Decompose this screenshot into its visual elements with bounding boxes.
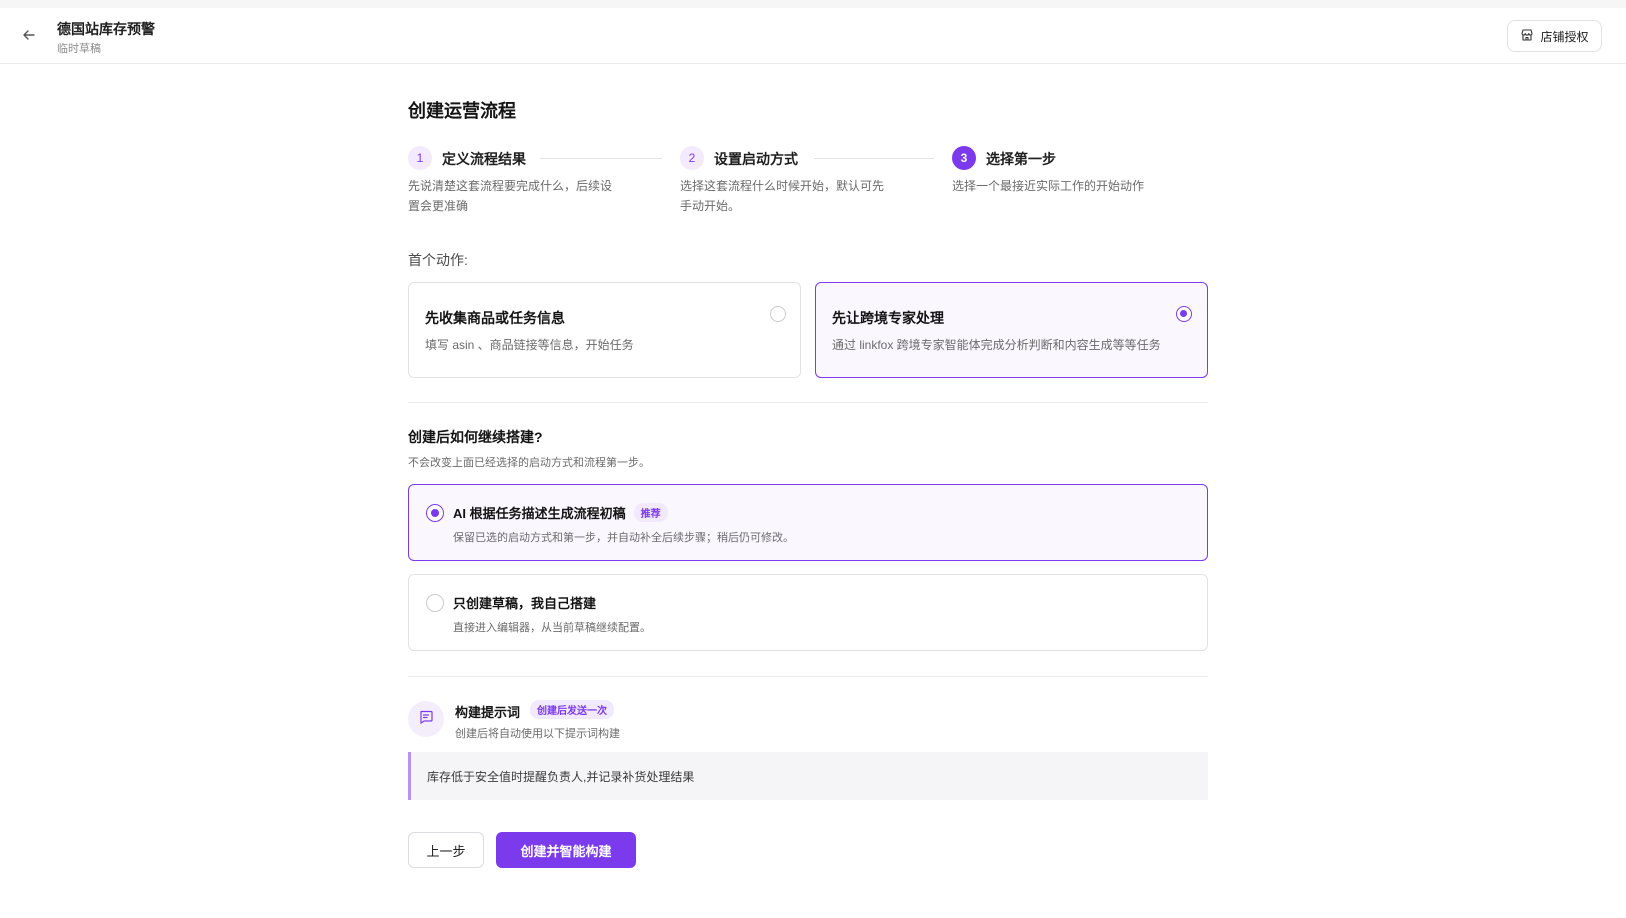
divider xyxy=(408,676,1208,677)
previous-step-button[interactable]: 上一步 xyxy=(408,832,484,868)
prompt-avatar xyxy=(408,701,444,737)
message-icon xyxy=(418,709,434,730)
step-number: 3 xyxy=(952,146,976,170)
choice-expert-agent[interactable]: 先让跨境专家处理 通过 linkfox 跨境专家智能体完成分析判断和内容生成等等… xyxy=(815,282,1208,378)
choice-desc: 填写 asin 、商品链接等信息，开始任务 xyxy=(425,338,634,352)
step-number: 2 xyxy=(680,146,704,170)
create-and-build-button[interactable]: 创建并智能构建 xyxy=(496,832,636,868)
page-title: 创建运营流程 xyxy=(408,101,516,121)
choice-desc: 通过 linkfox 跨境专家智能体完成分析判断和内容生成等等任务 xyxy=(832,338,1161,352)
store-icon xyxy=(1520,28,1534,45)
option-desc: 保留已选的启动方式和第一步，并自动补全后续步骤；稍后仍可修改。 xyxy=(453,532,794,544)
step-label: 定义流程结果 xyxy=(442,151,526,167)
step-connector xyxy=(814,158,934,159)
top-strip xyxy=(0,0,1626,8)
prompt-title: 构建提示词 xyxy=(455,705,521,720)
prompt-box: 库存低于安全值时提醒负责人,并记录补货处理结果 xyxy=(408,752,1208,800)
step-connector xyxy=(540,158,662,159)
choice-title: 先收集商品或任务信息 xyxy=(425,310,565,326)
divider xyxy=(408,402,1208,403)
stepper: 1 定义流程结果 先说清楚这套流程要完成什么，后续设置会更准确 2 设置启动方式… xyxy=(408,146,1208,226)
option-title-text: AI 根据任务描述生成流程初稿 xyxy=(453,506,626,521)
radio-unselected[interactable] xyxy=(426,594,444,612)
store-auth-button[interactable]: 店铺授权 xyxy=(1507,20,1602,52)
step-desc: 先说清楚这套流程要完成什么，后续设置会更准确 xyxy=(408,179,613,213)
step-label: 选择第一步 xyxy=(986,151,1056,167)
prompt-subtitle: 创建后将自动使用以下提示词构建 xyxy=(455,728,620,740)
option-manual-draft[interactable]: 只创建草稿，我自己搭建 直接进入编辑器，从当前草稿继续配置。 xyxy=(408,574,1208,651)
recommended-badge: 推荐 xyxy=(633,503,668,522)
arrow-left-icon xyxy=(22,28,36,47)
first-action-label: 首个动作: xyxy=(408,252,468,268)
back-button[interactable] xyxy=(18,26,40,48)
option-title: 只创建草稿，我自己搭建 xyxy=(453,596,597,611)
flow-title: 德国站库存预警 xyxy=(57,21,155,37)
radio-selected[interactable] xyxy=(1176,306,1192,322)
choice-title: 先让跨境专家处理 xyxy=(832,310,944,326)
continue-build-title: 创建后如何继续搭建? xyxy=(408,429,543,445)
step-number: 1 xyxy=(408,146,432,170)
choice-collect-info[interactable]: 先收集商品或任务信息 填写 asin 、商品链接等信息，开始任务 xyxy=(408,282,801,378)
option-ai-draft[interactable]: AI 根据任务描述生成流程初稿 推荐 保留已选的启动方式和第一步，并自动补全后续步… xyxy=(408,484,1208,561)
option-title: AI 根据任务描述生成流程初稿 推荐 xyxy=(453,503,668,522)
step-desc: 选择这套流程什么时候开始，默认可先手动开始。 xyxy=(680,179,885,213)
option-desc: 直接进入编辑器，从当前草稿继续配置。 xyxy=(453,622,651,634)
flow-status: 临时草稿 xyxy=(57,43,101,55)
step-label: 设置启动方式 xyxy=(714,151,798,167)
radio-unselected[interactable] xyxy=(770,306,786,322)
step-desc: 选择一个最接近实际工作的开始动作 xyxy=(952,179,1145,193)
prompt-badge: 创建后发送一次 xyxy=(530,700,614,719)
page-header: 德国站库存预警 临时草稿 店铺授权 xyxy=(0,8,1626,64)
store-auth-label: 店铺授权 xyxy=(1540,29,1589,44)
continue-build-subtitle: 不会改变上面已经选择的启动方式和流程第一步。 xyxy=(408,457,650,469)
prompt-text: 库存低于安全值时提醒负责人,并记录补货处理结果 xyxy=(427,770,695,784)
radio-selected[interactable] xyxy=(426,504,444,522)
